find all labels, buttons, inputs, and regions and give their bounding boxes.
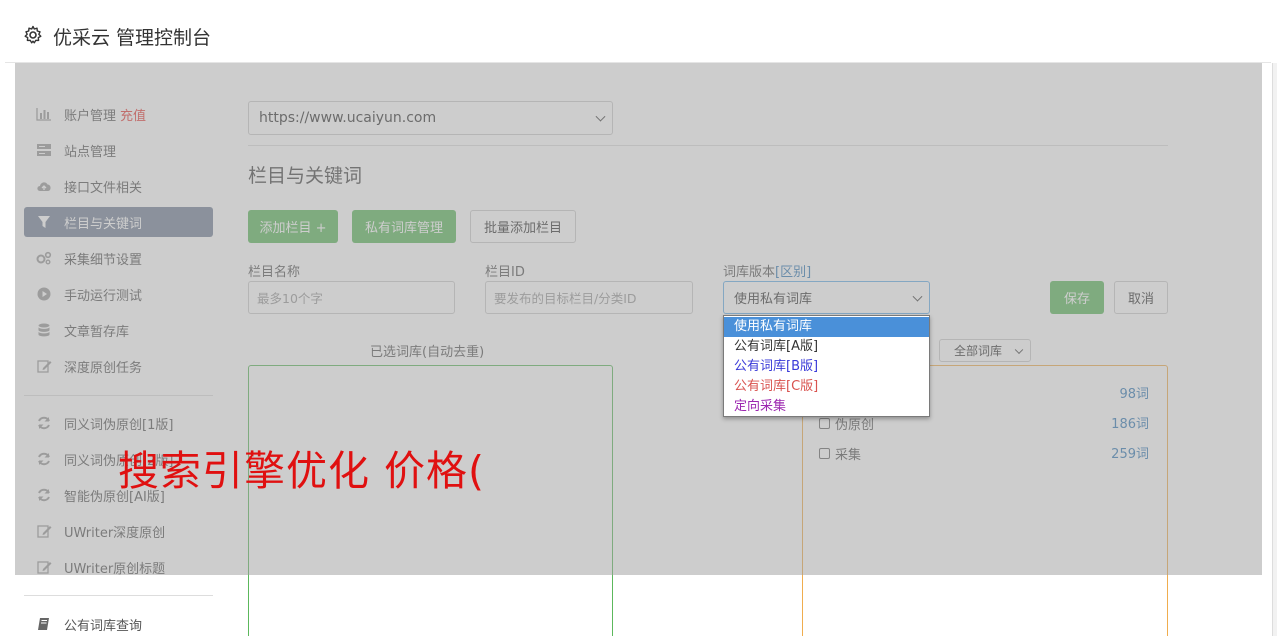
sidebar-item-manual-run[interactable]: 手动运行测试	[24, 279, 213, 309]
edit-icon	[36, 358, 52, 374]
dropdown-option[interactable]: 使用私有词库	[724, 317, 929, 337]
sidebar-item-label: 公有词库查询	[64, 618, 143, 634]
cloud-upload-icon	[36, 178, 52, 194]
database-icon	[36, 322, 52, 338]
lib-version-dropdown[interactable]: 使用私有词库 公有词库[A版] 公有词库[B版] 公有词库[C版] 定向采集	[723, 315, 930, 417]
sidebar-item-deep-original[interactable]: 深度原创任务	[24, 351, 213, 381]
sidebar-item-columns[interactable]: 栏目与关键词	[24, 207, 213, 237]
sidebar-item-label: UWriter原创标题	[64, 561, 166, 577]
sidebar-item-synonym-v1[interactable]: 同义词伪原创[1版]	[24, 408, 213, 438]
checkbox[interactable]	[819, 418, 830, 429]
selected-lib-title: 已选词库(自动去重)	[370, 345, 485, 360]
sidebar-item-label: 手动运行测试	[64, 288, 143, 304]
recharge-link[interactable]: 充值	[120, 105, 146, 124]
column-name-label: 栏目名称	[248, 265, 301, 280]
lib-version-label-text: 词库版本	[723, 265, 776, 280]
play-circle-icon	[36, 286, 52, 302]
page-title: 优采云 管理控制台	[53, 27, 212, 49]
refresh-icon	[36, 415, 52, 431]
lib-item-count: 186词	[1111, 417, 1149, 432]
sidebar-item-label: 栏目与关键词	[64, 216, 143, 232]
column-id-input[interactable]: 要发布的目标栏目/分类ID	[485, 281, 693, 314]
chevron-down-icon	[1014, 345, 1024, 354]
column-name-input[interactable]: 最多10个字	[248, 281, 455, 314]
section-title: 栏目与关键词	[248, 165, 363, 187]
lib-version-select[interactable]: 使用私有词库	[723, 281, 930, 314]
checkbox[interactable]	[819, 448, 830, 459]
sidebar-item-label: 文章暂存库	[64, 324, 130, 340]
batch-add-button[interactable]: 批量添加栏目	[470, 210, 576, 243]
add-column-button[interactable]: 添加栏目 +	[248, 210, 338, 243]
dropdown-option[interactable]: 定向采集	[724, 397, 929, 417]
gear-icon	[24, 25, 42, 44]
lib-item[interactable]: 采集	[819, 444, 861, 463]
site-select[interactable]: https://www.ucaiyun.com	[248, 101, 613, 135]
sidebar-item-article-store[interactable]: 文章暂存库	[24, 315, 213, 345]
sidebar-divider	[24, 595, 213, 596]
sidebar-item-label: 站点管理	[64, 144, 117, 160]
sidebar-item-label: 深度原创任务	[64, 360, 143, 376]
dropdown-option[interactable]: 公有词库[A版]	[724, 337, 929, 357]
selected-lib-panel	[248, 365, 613, 636]
sidebar-item-account[interactable]: 账户管理 充值	[24, 99, 213, 129]
gears-icon	[36, 250, 52, 266]
sidebar-item-label: 采集细节设置	[64, 252, 143, 268]
page-edge	[1272, 63, 1277, 636]
top-bar: 优采云 管理控制台	[5, 5, 1271, 63]
column-id-label: 栏目ID	[485, 265, 525, 280]
refresh-icon	[36, 451, 52, 467]
overlay-red-text: 搜索引擎优化 价格(	[118, 447, 486, 495]
main-area: 账户管理 充值 站点管理 接口文件相关 栏目与关键词 采集细节设置 手动运行测试	[15, 63, 1262, 636]
sidebar-item-label: UWriter深度原创	[64, 525, 166, 541]
sidebar-divider	[24, 395, 213, 396]
dropdown-option[interactable]: 公有词库[C版]	[724, 377, 929, 397]
sidebar-item-label: 同义词伪原创[1版]	[64, 417, 174, 433]
site-select-value: https://www.ucaiyun.com	[259, 110, 437, 126]
sidebar-item-interface[interactable]: 接口文件相关	[24, 171, 213, 201]
difference-link[interactable]: [区别]	[775, 265, 811, 280]
lib-filter-select[interactable]: 全部词库	[939, 339, 1031, 362]
sidebar-item-uwriter-title[interactable]: UWriter原创标题	[24, 552, 213, 582]
sidebar-item-public-lib[interactable]: 公有词库查询	[24, 609, 213, 636]
sidebar-item-label: 接口文件相关	[64, 180, 143, 196]
lib-item-count: 259词	[1111, 447, 1149, 462]
divider	[248, 145, 1168, 146]
lib-version-label: 词库版本[区别]	[723, 261, 811, 280]
bar-chart-icon	[36, 106, 52, 122]
edit-icon	[36, 523, 52, 539]
edit-icon	[36, 559, 52, 575]
sidebar-item-label: 账户管理	[64, 108, 117, 124]
dropdown-option[interactable]: 公有词库[B版]	[724, 357, 929, 377]
filter-icon	[36, 214, 52, 230]
save-button[interactable]: 保存	[1050, 281, 1104, 314]
book-icon	[36, 616, 52, 632]
sidebar-item-collect-settings[interactable]: 采集细节设置	[24, 243, 213, 273]
lib-version-select-value: 使用私有词库	[734, 292, 813, 307]
chevron-down-icon	[912, 291, 923, 302]
refresh-icon	[36, 487, 52, 503]
private-lib-button[interactable]: 私有词库管理	[352, 210, 456, 243]
cancel-button[interactable]: 取消	[1114, 281, 1168, 314]
sidebar-item-uwriter-deep[interactable]: UWriter深度原创	[24, 516, 213, 546]
lib-filter-value: 全部词库	[954, 344, 1003, 358]
sidebar-item-sites[interactable]: 站点管理	[24, 135, 213, 165]
server-icon	[36, 142, 52, 158]
lib-item-count: 98词	[1119, 387, 1149, 402]
chevron-down-icon	[595, 111, 606, 122]
lib-item-name: 采集	[835, 448, 862, 463]
